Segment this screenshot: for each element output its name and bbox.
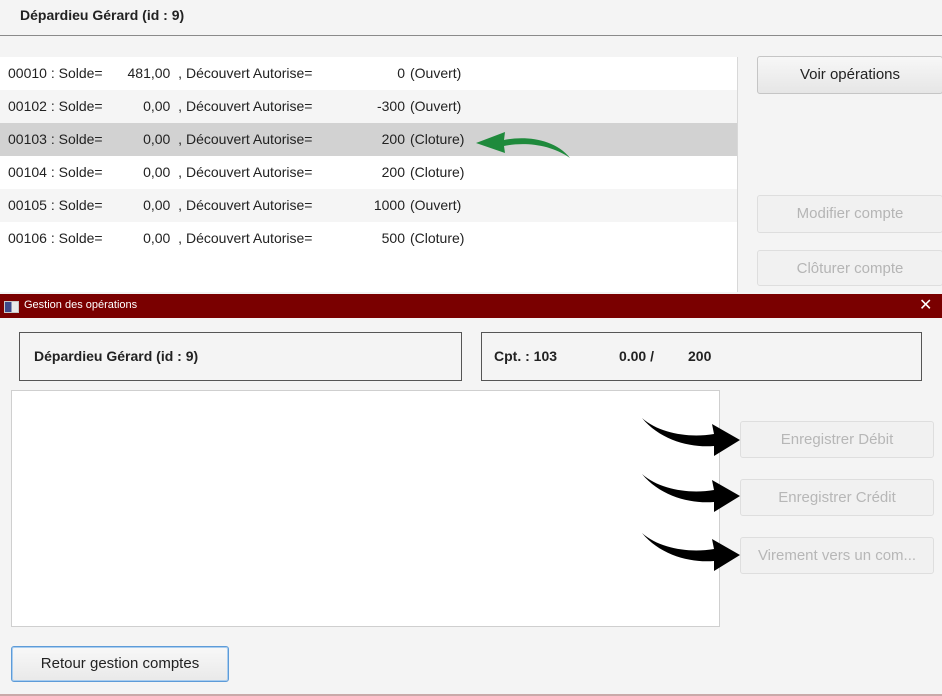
- account-state: (Cloture): [410, 131, 465, 147]
- account-row[interactable]: 00104 : Solde= 0,00 , Découvert Autorise…: [0, 156, 737, 189]
- account-number: 00102 : Solde=: [8, 98, 103, 114]
- account-solde-label: 0.00 /: [618, 348, 654, 364]
- cloturer-compte-button[interactable]: Clôturer compte: [757, 250, 942, 286]
- header-divider: [0, 35, 942, 36]
- decouvert-label: Découvert Autorise=: [186, 131, 313, 147]
- account-solde: 0,00 ,: [143, 197, 182, 213]
- operations-list[interactable]: [11, 390, 720, 627]
- account-solde: 0,00 ,: [143, 164, 182, 180]
- account-number: 00010 : Solde=: [8, 65, 103, 81]
- decouvert-value: 0: [397, 65, 405, 81]
- account-number: 00103 : Solde=: [8, 131, 103, 147]
- account-row[interactable]: 00105 : Solde= 0,00 , Découvert Autorise…: [0, 189, 737, 222]
- enregistrer-debit-button[interactable]: Enregistrer Débit: [740, 421, 934, 458]
- dialog-titlebar[interactable]: Gestion des opérations ✕: [0, 294, 942, 318]
- voir-operations-button[interactable]: Voir opérations: [757, 56, 942, 94]
- account-state: (Ouvert): [410, 98, 462, 114]
- decouvert-value: -300: [376, 98, 405, 114]
- enregistrer-credit-button[interactable]: Enregistrer Crédit: [740, 479, 934, 516]
- close-icon[interactable]: ✕: [919, 295, 932, 315]
- decouvert-label: Découvert Autorise=: [186, 65, 313, 81]
- account-state: (Cloture): [410, 164, 465, 180]
- decouvert-value: 1000: [373, 197, 405, 213]
- account-info-box: Cpt. : 103 0.00 / 200: [481, 332, 922, 381]
- account-number: 00106 : Solde=: [8, 230, 103, 246]
- account-management-window: Dépardieu Gérard (id : 9) 00010 : Solde=…: [0, 0, 942, 292]
- account-solde: 0,00 ,: [143, 98, 182, 114]
- account-row[interactable]: 00010 : Solde= 481,00 , Découvert Autori…: [0, 57, 737, 90]
- account-row-selected[interactable]: 00103 : Solde= 0,00 , Découvert Autorise…: [0, 123, 737, 156]
- modifier-compte-button[interactable]: Modifier compte: [757, 195, 942, 233]
- black-curved-arrow-icon: [642, 474, 740, 512]
- virement-button[interactable]: Virement vers un com...: [740, 537, 934, 574]
- account-solde: 481,00 ,: [127, 65, 183, 81]
- operations-dialog: Gestion des opérations ✕ Dépardieu Gérar…: [0, 294, 942, 696]
- retour-gestion-comptes-button[interactable]: Retour gestion comptes: [11, 646, 229, 682]
- client-info-label: Dépardieu Gérard (id : 9): [34, 348, 199, 364]
- decouvert-value: 200: [381, 131, 405, 147]
- decouvert-label: Découvert Autorise=: [186, 98, 313, 114]
- account-row[interactable]: 00106 : Solde= 0,00 , Découvert Autorise…: [0, 222, 737, 255]
- account-number: 00105 : Solde=: [8, 197, 103, 213]
- decouvert-value: 500: [381, 230, 405, 246]
- account-number-label: Cpt. : 103: [494, 348, 558, 364]
- decouvert-label: Découvert Autorise=: [186, 230, 313, 246]
- account-state: (Ouvert): [410, 197, 462, 213]
- account-state: (Cloture): [410, 230, 465, 246]
- client-info-box: Dépardieu Gérard (id : 9): [19, 332, 462, 381]
- green-curved-arrow-icon: [476, 132, 570, 158]
- account-decouvert-label: 200: [688, 348, 712, 364]
- account-list[interactable]: 00010 : Solde= 481,00 , Découvert Autori…: [0, 57, 738, 292]
- decouvert-label: Découvert Autorise=: [186, 164, 313, 180]
- client-header: Dépardieu Gérard (id : 9): [20, 7, 185, 23]
- decouvert-value: 200: [381, 164, 405, 180]
- decouvert-label: Découvert Autorise=: [186, 197, 313, 213]
- black-curved-arrow-icon: [642, 533, 740, 571]
- account-state: (Ouvert): [410, 65, 462, 81]
- account-solde: 0,00 ,: [143, 230, 182, 246]
- dialog-title: Gestion des opérations: [24, 299, 138, 311]
- app-window-icon: [4, 301, 19, 313]
- account-row[interactable]: 00102 : Solde= 0,00 , Découvert Autorise…: [0, 90, 737, 123]
- account-number: 00104 : Solde=: [8, 164, 103, 180]
- black-curved-arrow-icon: [642, 418, 740, 456]
- account-solde: 0,00 ,: [143, 131, 182, 147]
